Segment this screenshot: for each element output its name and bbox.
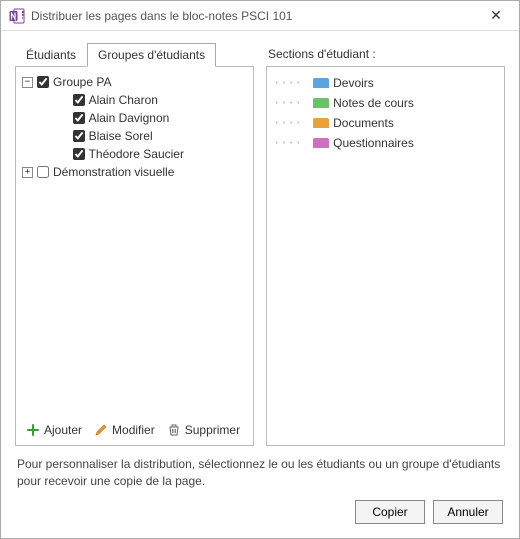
sections-heading: Sections d'étudiant : (266, 41, 505, 67)
section-label: Devoirs (333, 73, 374, 93)
onenote-icon (9, 8, 25, 24)
tree-student[interactable]: Blaise Sorel (22, 127, 247, 145)
dialog-content: Étudiants Groupes d'étudiants − Groupe P… (1, 31, 519, 538)
sections-list[interactable]: ···· Devoirs ···· Notes de cours ···· (266, 66, 505, 446)
student-label: Alain Davignon (89, 109, 170, 127)
tree-student[interactable]: Alain Davignon (22, 109, 247, 127)
tree-student[interactable]: Théodore Saucier (22, 145, 247, 163)
delete-button[interactable]: Supprimer (167, 423, 240, 437)
group-checkbox[interactable] (37, 166, 49, 178)
expander-icon[interactable]: + (22, 167, 33, 178)
add-label: Ajouter (44, 423, 82, 437)
student-checkbox[interactable] (73, 130, 85, 142)
sections-panel: Sections d'étudiant : ···· Devoirs ···· … (266, 41, 505, 446)
section-label: Notes de cours (333, 93, 414, 113)
tree-group[interactable]: − Groupe PA (22, 73, 247, 91)
close-button[interactable]: ✕ (481, 7, 511, 24)
section-item[interactable]: ···· Documents (273, 113, 498, 133)
section-label: Questionnaires (333, 133, 414, 153)
tree-group[interactable]: + Démonstration visuelle (22, 163, 247, 181)
section-tab-icon (313, 138, 329, 148)
dialog-window: Distribuer les pages dans le bloc-notes … (0, 0, 520, 539)
group-toolbar: Ajouter Modifier Supprimer (22, 417, 247, 439)
plus-icon (26, 423, 40, 437)
student-label: Théodore Saucier (89, 145, 184, 163)
pencil-icon (94, 423, 108, 437)
trash-icon (167, 423, 181, 437)
student-label: Blaise Sorel (89, 127, 153, 145)
student-checkbox[interactable] (73, 148, 85, 160)
group-label: Groupe PA (53, 73, 111, 91)
add-button[interactable]: Ajouter (26, 423, 82, 437)
section-label: Documents (333, 113, 394, 133)
student-label: Alain Charon (89, 91, 158, 109)
tab-students[interactable]: Étudiants (15, 43, 87, 67)
student-checkbox[interactable] (73, 94, 85, 106)
section-tab-icon (313, 78, 329, 88)
expander-icon[interactable]: − (22, 77, 33, 88)
dialog-buttons: Copier Annuler (15, 500, 505, 526)
section-item[interactable]: ···· Notes de cours (273, 93, 498, 113)
section-tab-icon (313, 98, 329, 108)
group-label: Démonstration visuelle (53, 163, 174, 181)
tree-student[interactable]: Alain Charon (22, 91, 247, 109)
window-title: Distribuer les pages dans le bloc-notes … (31, 9, 481, 23)
cancel-button[interactable]: Annuler (433, 500, 503, 524)
groups-tree[interactable]: − Groupe PA Alain Charon (15, 66, 254, 446)
student-checkbox[interactable] (73, 112, 85, 124)
section-item[interactable]: ···· Devoirs (273, 73, 498, 93)
edit-label: Modifier (112, 423, 155, 437)
students-panel: Étudiants Groupes d'étudiants − Groupe P… (15, 41, 254, 446)
section-item[interactable]: ···· Questionnaires (273, 133, 498, 153)
help-text: Pour personnaliser la distribution, séle… (15, 446, 505, 500)
edit-button[interactable]: Modifier (94, 423, 155, 437)
copy-button[interactable]: Copier (355, 500, 425, 524)
tab-student-groups[interactable]: Groupes d'étudiants (87, 43, 216, 67)
group-checkbox[interactable] (37, 76, 49, 88)
delete-label: Supprimer (185, 423, 240, 437)
section-tab-icon (313, 118, 329, 128)
tab-strip: Étudiants Groupes d'étudiants (15, 41, 254, 67)
titlebar: Distribuer les pages dans le bloc-notes … (1, 1, 519, 31)
